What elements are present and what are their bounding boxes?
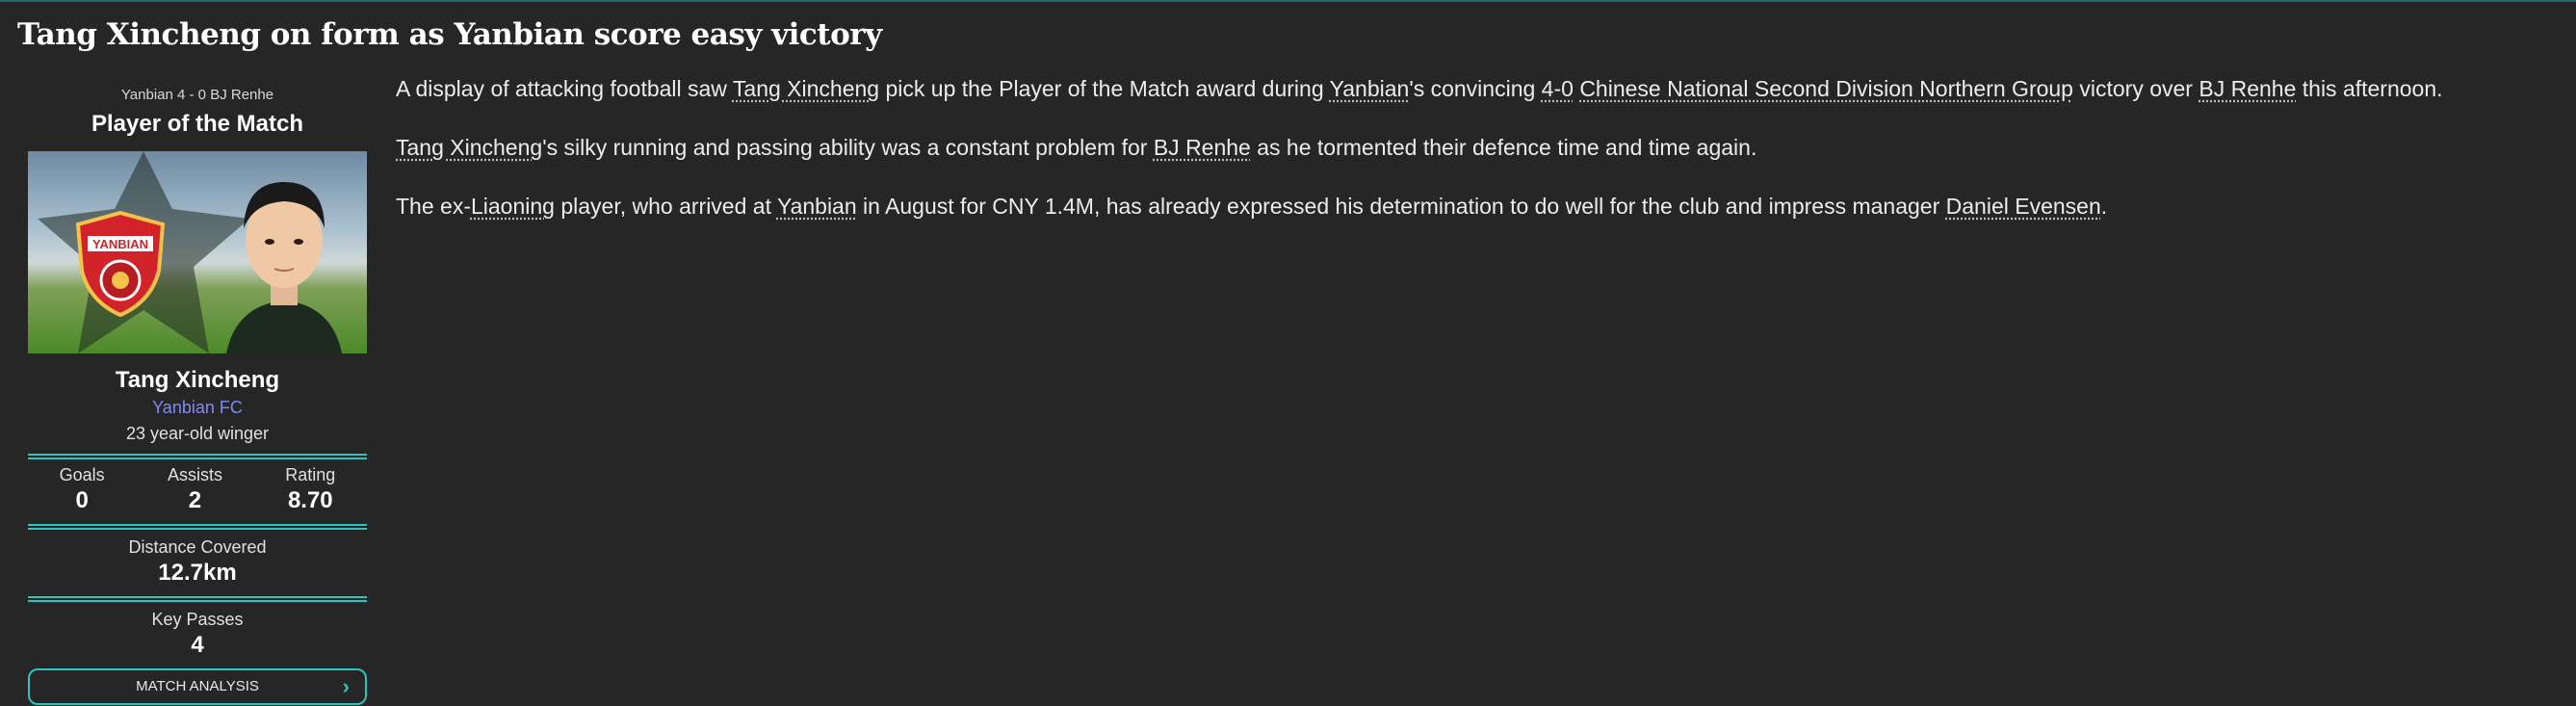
divider	[28, 524, 367, 530]
player-description: 23 year-old winger	[125, 424, 270, 443]
stat-assists: Assists 2	[168, 465, 222, 514]
text: 's convincing	[1409, 76, 1542, 101]
club-link[interactable]: Yanbian	[777, 194, 857, 219]
article-paragraph: A display of attacking football saw Tang…	[396, 73, 2563, 105]
player-link[interactable]: Tang Xincheng	[396, 135, 542, 160]
stats-row: Goals 0 Assists 2 Rating 8.70	[28, 465, 367, 514]
stat-value: 8.70	[287, 487, 333, 513]
stat-goals: Goals 0	[60, 465, 105, 514]
text: player, who arrived at	[554, 194, 777, 219]
stat-rating: Rating 8.70	[285, 465, 335, 514]
article-paragraph: The ex-Liaoning player, who arrived at Y…	[396, 191, 2563, 222]
club-link[interactable]: BJ Renhe	[1154, 135, 1251, 160]
text: 's silky running and passing ability was…	[542, 135, 1154, 160]
match-analysis-label: MATCH ANALYSIS	[136, 678, 259, 694]
chevron-right-icon: ›	[342, 674, 350, 698]
text: in August for CNY 1.4M, has already expr…	[856, 194, 1946, 219]
player-portrait-icon	[226, 182, 342, 353]
match-score-line: Yanbian 4 - 0 BJ Renhe	[120, 87, 274, 103]
stat-value: 0	[75, 487, 89, 513]
text: victory over	[2072, 76, 2199, 101]
distance-covered: Distance Covered 12.7km	[28, 537, 367, 587]
player-name: Tang Xincheng	[115, 367, 280, 393]
text: The ex-	[396, 194, 471, 219]
club-crest-icon: YANBIAN	[75, 211, 166, 317]
award-title: Player of the Match	[91, 111, 304, 137]
club-link[interactable]: Liaoning	[471, 194, 555, 219]
key-passes-value: 4	[191, 632, 204, 658]
text: pick up the Player of the Match award du…	[879, 76, 1330, 101]
match-analysis-button[interactable]: MATCH ANALYSIS ›	[28, 668, 367, 705]
divider	[28, 454, 367, 459]
key-passes-label: Key Passes	[151, 610, 244, 629]
competition-link[interactable]: Chinese National Second Division Norther…	[1579, 76, 2073, 101]
club-link[interactable]: Yanbian	[1330, 76, 1410, 101]
player-link[interactable]: Tang Xincheng	[733, 76, 879, 101]
text: this afternoon.	[2296, 76, 2443, 101]
stat-label: Rating	[285, 465, 336, 484]
text: .	[2100, 194, 2108, 219]
crest-text: YANBIAN	[92, 237, 148, 251]
text: as he tormented their defence time and t…	[1250, 135, 1757, 160]
article-body: A display of attacking football saw Tang…	[396, 73, 2563, 249]
club-link[interactable]: Yanbian FC	[28, 398, 367, 418]
club-link[interactable]: BJ Renhe	[2199, 76, 2296, 101]
article-paragraph: Tang Xincheng's silky running and passin…	[396, 132, 2563, 164]
stat-value: 2	[188, 487, 202, 513]
distance-value: 12.7km	[158, 560, 237, 586]
match-link[interactable]: 4-0	[1542, 76, 1574, 101]
text: A display of attacking football saw	[396, 76, 733, 101]
player-photo[interactable]: YANBIAN	[28, 151, 367, 353]
stat-label: Goals	[59, 465, 105, 484]
news-headline: Tang Xincheng on form as Yanbian score e…	[17, 17, 882, 52]
stat-label: Assists	[167, 465, 222, 484]
key-passes: Key Passes 4	[28, 610, 367, 659]
divider	[28, 596, 367, 602]
top-accent-line	[0, 0, 2576, 2]
distance-label: Distance Covered	[128, 537, 267, 557]
player-of-match-panel: Yanbian 4 - 0 BJ Renhe Player of the Mat…	[28, 87, 367, 705]
manager-link[interactable]: Daniel Evensen	[1946, 194, 2101, 219]
